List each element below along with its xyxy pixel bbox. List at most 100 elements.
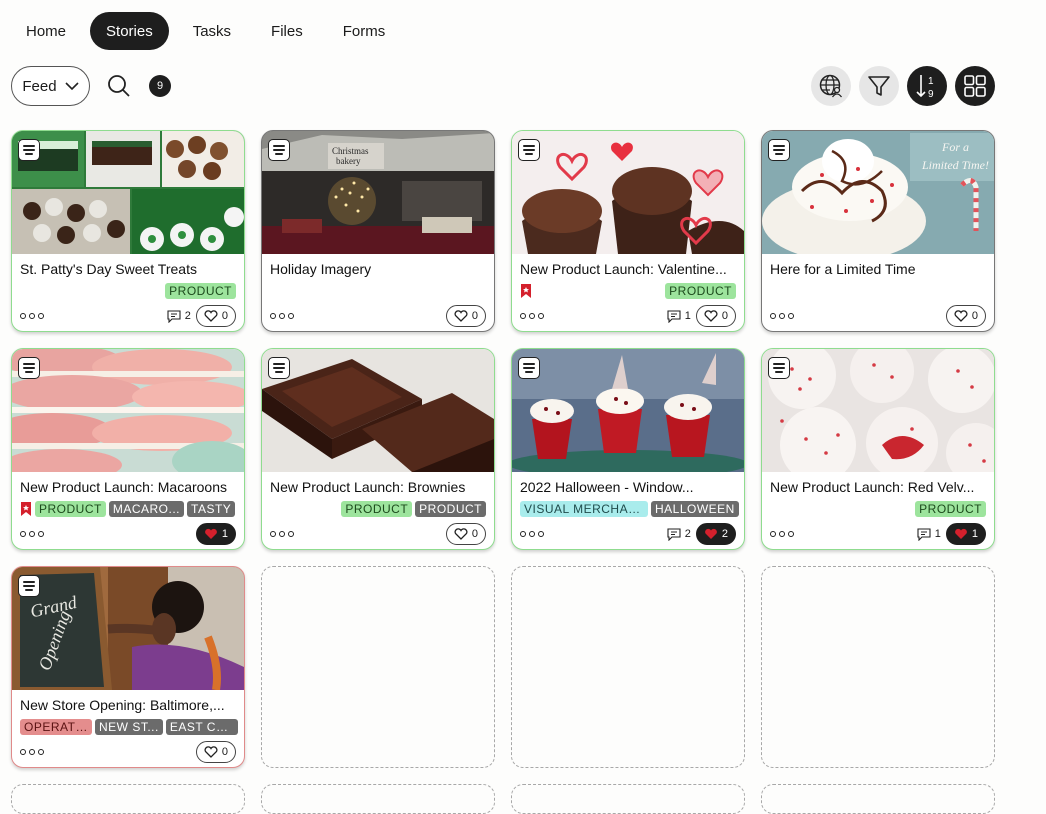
- story-title: 2022 Halloween - Window...: [520, 479, 694, 495]
- story-title: New Product Launch: Red Velv...: [770, 479, 975, 495]
- more-options-icon[interactable]: [20, 531, 44, 537]
- card-footer: 0: [270, 305, 486, 327]
- tab-home[interactable]: Home: [10, 12, 82, 50]
- tag[interactable]: PRODUCT: [165, 283, 236, 299]
- empty-card-placeholder: [511, 566, 745, 768]
- story-card[interactable]: Grand Opening New Store Opening: Baltimo…: [11, 566, 245, 768]
- story-type-icon: [768, 357, 790, 379]
- tag[interactable]: NEW ST...: [95, 719, 163, 735]
- more-options-icon[interactable]: [20, 749, 44, 755]
- tag[interactable]: PRODUCT: [341, 501, 413, 517]
- tag[interactable]: EAST CO...: [165, 719, 238, 735]
- sort-numeric-icon: 19: [916, 75, 934, 100]
- story-type-icon: [18, 357, 40, 379]
- comments-count[interactable]: 2: [667, 527, 691, 541]
- comments-count[interactable]: 1: [917, 527, 941, 541]
- bookmark-icon[interactable]: [20, 501, 32, 517]
- story-grid: St. Patty's Day Sweet Treats PRODUCT 2 0: [11, 130, 995, 768]
- story-thumbnail: Christmas bakery: [262, 131, 494, 254]
- likes-count: 0: [471, 310, 478, 322]
- like-button[interactable]: 0: [445, 523, 486, 545]
- story-thumbnail: [512, 349, 744, 472]
- tab-stories[interactable]: Stories: [90, 12, 169, 50]
- story-card[interactable]: New Product Launch: Macaroons PRODUCT MA…: [11, 348, 245, 550]
- story-type-icon: [18, 575, 40, 597]
- tag-list: PRODUCT: [915, 501, 986, 517]
- tab-tasks[interactable]: Tasks: [177, 12, 247, 50]
- more-options-icon[interactable]: [770, 531, 794, 537]
- search-icon: [108, 75, 130, 97]
- story-card[interactable]: For a Limited Time! Here for a Limited T…: [761, 130, 995, 332]
- tab-files[interactable]: Files: [255, 12, 319, 50]
- more-options-icon[interactable]: [270, 313, 294, 319]
- story-title: St. Patty's Day Sweet Treats: [20, 261, 197, 277]
- sort-button[interactable]: 19: [907, 66, 947, 106]
- tag[interactable]: VISUAL MERCHAN...: [520, 501, 648, 517]
- like-button[interactable]: 0: [195, 305, 236, 327]
- tag[interactable]: TASTY: [187, 501, 236, 517]
- tag[interactable]: PRODUCT: [35, 501, 106, 517]
- like-button[interactable]: 0: [195, 741, 236, 763]
- heart-filled-icon: [704, 528, 717, 539]
- tag-list: OPERATI... NEW ST... EAST CO...: [20, 719, 238, 735]
- story-title: Holiday Imagery: [270, 261, 372, 277]
- comments-count-value: 1: [934, 528, 941, 540]
- story-card[interactable]: New Product Launch: Brownies PRODUCT PRO…: [261, 348, 495, 550]
- like-button[interactable]: 0: [445, 305, 486, 327]
- comments-count[interactable]: 2: [167, 309, 191, 323]
- card-footer: 0: [270, 523, 486, 545]
- tag[interactable]: PRODUCT: [665, 283, 736, 299]
- search-button[interactable]: [106, 73, 132, 99]
- more-options-icon[interactable]: [20, 313, 44, 319]
- like-button[interactable]: 2: [695, 523, 736, 545]
- story-card[interactable]: 2022 Halloween - Window... VISUAL MERCHA…: [511, 348, 745, 550]
- comments-count[interactable]: 1: [667, 309, 691, 323]
- story-card[interactable]: St. Patty's Day Sweet Treats PRODUCT 2 0: [11, 130, 245, 332]
- more-options-icon[interactable]: [270, 531, 294, 537]
- more-options-icon[interactable]: [520, 531, 544, 537]
- story-thumbnail: [12, 131, 244, 254]
- more-options-icon[interactable]: [520, 313, 544, 319]
- story-title: New Product Launch: Macaroons: [20, 479, 227, 495]
- feed-dropdown-label: Feed: [22, 77, 57, 95]
- feed-toolbar: Feed 9: [11, 66, 171, 106]
- likes-count: 0: [221, 746, 228, 758]
- tag[interactable]: OPERATI...: [20, 719, 92, 735]
- tag[interactable]: PRODUCT: [415, 501, 486, 517]
- story-card[interactable]: New Product Launch: Red Velv... PRODUCT …: [761, 348, 995, 550]
- more-options-icon[interactable]: [770, 313, 794, 319]
- heart-icon: [204, 746, 218, 758]
- filter-button[interactable]: [859, 66, 899, 106]
- svg-text:9: 9: [928, 89, 934, 100]
- grid-view-button[interactable]: [955, 66, 995, 106]
- story-title: New Product Launch: Brownies: [270, 479, 466, 495]
- story-title: New Store Opening: Baltimore,...: [20, 697, 225, 713]
- comment-icon: [167, 309, 181, 323]
- story-card[interactable]: Christmas bakery Holiday Imagery 0: [261, 130, 495, 332]
- limited-time-text: For a: [941, 140, 969, 154]
- comments-count-value: 2: [684, 528, 691, 540]
- audience-button[interactable]: [811, 66, 851, 106]
- tag[interactable]: MACARO...: [108, 501, 185, 517]
- svg-text:1: 1: [928, 76, 934, 87]
- view-tools: 19: [811, 66, 995, 106]
- story-card[interactable]: New Product Launch: Valentine... PRODUCT…: [511, 130, 745, 332]
- bookmark-icon[interactable]: [520, 283, 532, 299]
- comment-icon: [667, 527, 681, 541]
- tag[interactable]: HALLOWEEN: [651, 501, 739, 517]
- like-button[interactable]: 0: [695, 305, 736, 327]
- heart-icon: [704, 310, 718, 322]
- tab-forms[interactable]: Forms: [327, 12, 402, 50]
- tag[interactable]: PRODUCT: [915, 501, 986, 517]
- feed-dropdown[interactable]: Feed: [11, 66, 90, 106]
- like-button[interactable]: 1: [195, 523, 236, 545]
- like-button[interactable]: 1: [945, 523, 986, 545]
- story-type-icon: [268, 357, 290, 379]
- like-button[interactable]: 0: [945, 305, 986, 327]
- comment-icon: [917, 527, 931, 541]
- globe-people-icon: [819, 74, 843, 98]
- card-footer: 2 0: [20, 305, 236, 327]
- story-type-icon: [268, 139, 290, 161]
- heart-icon: [954, 310, 968, 322]
- comments-count-value: 1: [684, 310, 691, 322]
